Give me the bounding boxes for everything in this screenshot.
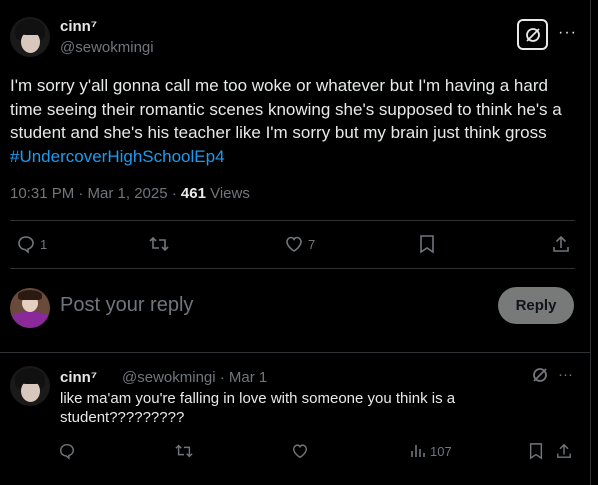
divider [10, 220, 575, 221]
reply-icon [18, 236, 34, 254]
more-icon[interactable]: ··· [558, 24, 577, 42]
share-action[interactable] [556, 439, 572, 463]
author-handle[interactable]: @sewokmingi [60, 39, 154, 56]
bookmark-icon [420, 235, 434, 254]
like-action[interactable] [291, 439, 309, 463]
reply-icon [59, 443, 75, 460]
reply-button[interactable]: Reply [498, 287, 574, 324]
grok-button[interactable] [531, 366, 549, 389]
grok-button[interactable] [517, 19, 548, 50]
post-timestamp[interactable]: 10:31 PM · Mar 1, 2025 · [10, 185, 181, 202]
share-icon [553, 235, 569, 252]
bookmark-action[interactable] [418, 222, 436, 266]
author-avatar[interactable] [10, 17, 50, 57]
views-label: Views [205, 185, 250, 202]
views-action[interactable]: 107 [410, 439, 452, 463]
current-user-avatar[interactable] [10, 288, 50, 328]
reply-tweet[interactable]: cinn⁷ @sewokmingi · Mar 1 ··· like ma'am… [0, 353, 591, 485]
reply-count: 1 [40, 236, 48, 252]
post-actions: 1 7 [10, 222, 575, 266]
repost-icon [149, 236, 169, 252]
repost-action[interactable] [148, 222, 170, 266]
reply-actions: 107 [58, 439, 578, 463]
like-icon [286, 236, 302, 252]
views-icon [411, 445, 425, 457]
author-name[interactable]: cinn⁷ [60, 18, 97, 35]
more-icon[interactable]: ··· [558, 366, 573, 383]
reply-input[interactable]: Post your reply [60, 294, 193, 317]
repost-action[interactable] [174, 439, 194, 463]
reply-views-count: 107 [430, 443, 452, 459]
reply-action[interactable] [58, 439, 76, 463]
repost-icon [175, 444, 193, 458]
share-icon [557, 443, 571, 458]
grok-icon [525, 27, 540, 42]
grok-icon [533, 368, 547, 382]
reply-author-avatar[interactable] [10, 366, 50, 406]
post-hashtag[interactable]: #UndercoverHighSchoolEp4 [10, 147, 225, 166]
reply-text: like ma'am you're falling in love with s… [60, 390, 456, 426]
reply-author-handle[interactable]: @sewokmingi · Mar 1 [122, 369, 267, 386]
post-meta: 10:31 PM · Mar 1, 2025 · 461 Views [10, 185, 250, 202]
post-text: I'm sorry y'all gonna call me too woke o… [10, 74, 582, 168]
scrollbar[interactable] [591, 0, 598, 485]
reply-action[interactable]: 1 [16, 222, 47, 266]
views-count: 461 [180, 185, 206, 202]
like-icon [292, 444, 308, 459]
bookmark-icon [529, 443, 543, 460]
post-body: I'm sorry y'all gonna call me too woke o… [10, 76, 562, 142]
reply-composer: Post your reply Reply [0, 280, 591, 334]
divider [10, 268, 575, 269]
share-action[interactable] [552, 222, 570, 266]
reply-author-name[interactable]: cinn⁷ [60, 369, 97, 386]
bookmark-action[interactable] [528, 439, 544, 463]
like-count: 7 [308, 236, 316, 252]
like-action[interactable]: 7 [284, 222, 315, 266]
